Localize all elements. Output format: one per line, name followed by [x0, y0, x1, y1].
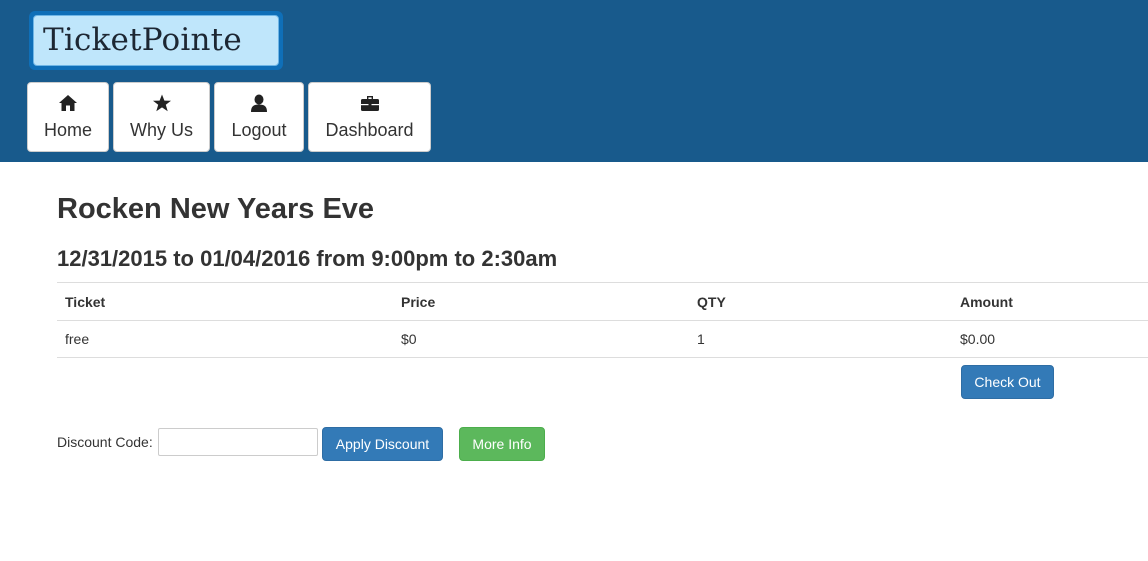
event-title: Rocken New Years Eve: [57, 193, 375, 225]
column-header-qty: QTY: [689, 282, 952, 321]
brand-logo-text: TicketPointe: [33, 15, 279, 66]
nav-logout-button[interactable]: Logout: [214, 82, 304, 152]
discount-code-input[interactable]: [158, 428, 318, 456]
checkout-button[interactable]: Check Out: [961, 365, 1054, 399]
ticket-amount-cell: $0.00: [952, 320, 1148, 358]
column-header-amount: Amount: [952, 282, 1148, 321]
table-header-row: Ticket Price QTY Amount: [57, 282, 1148, 321]
ticket-price-cell: $0: [393, 320, 689, 358]
nav-dashboard-label: Dashboard: [325, 120, 414, 140]
nav-home-label: Home: [43, 120, 92, 140]
column-header-ticket: Ticket: [57, 282, 393, 321]
more-info-button[interactable]: More Info: [459, 427, 545, 461]
tickets-table: Ticket Price QTY Amount free $0 1 $0.00: [57, 282, 1148, 358]
nav-why-us-label: Why Us: [130, 120, 193, 140]
brand-logo[interactable]: TicketPointe: [29, 11, 283, 70]
briefcase-icon: [309, 94, 430, 116]
star-icon: [114, 94, 209, 116]
nav-dashboard-button[interactable]: Dashboard: [308, 82, 431, 152]
home-icon: [28, 94, 108, 116]
ticket-qty-cell: 1: [689, 320, 952, 358]
top-header: TicketPointe Home Why Us Logout Dashboar…: [0, 0, 1148, 162]
discount-code-label: Discount Code:: [57, 434, 153, 450]
ticket-name-cell: free: [57, 320, 393, 358]
column-header-price: Price: [393, 282, 689, 321]
apply-discount-button[interactable]: Apply Discount: [322, 427, 443, 461]
nav-logout-label: Logout: [231, 120, 287, 140]
event-dates: 12/31/2015 to 01/04/2016 from 9:00pm to …: [57, 246, 558, 271]
nav-home-button[interactable]: Home: [27, 82, 109, 152]
nav-why-us-button[interactable]: Why Us: [113, 82, 210, 152]
user-icon: [215, 94, 303, 116]
table-row: free $0 1 $0.00: [57, 320, 1148, 358]
